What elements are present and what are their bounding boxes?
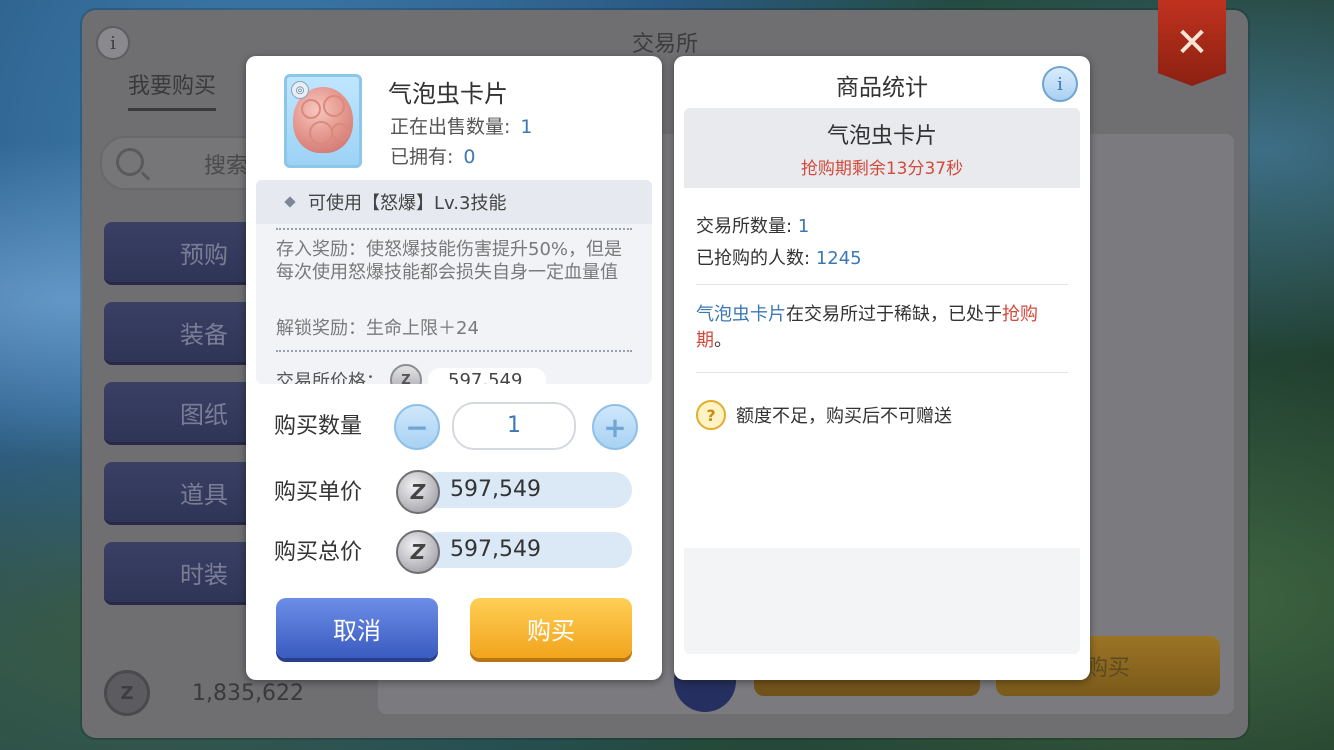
notice-end: 。 [714, 330, 732, 351]
notice-item-link: 气泡虫卡片 [696, 304, 786, 325]
zeny-coin-icon: Z [396, 470, 440, 514]
plus-icon[interactable]: + [592, 404, 638, 450]
purchase-dialog: ◎ 气泡虫卡片 正在出售数量: 1 已拥有: 0 可使用【怒爆】Lv.3技能 存入奖… [246, 56, 662, 680]
rush-timer: 抢购期剩余13分37秒 [800, 159, 964, 179]
stats-details: 交易所数量: 1 已抢购的人数: 1245 气泡虫卡片在交易所过于稀缺，已处于抢… [684, 188, 1080, 548]
on-sale-value: 1 [520, 116, 533, 138]
snapped-label: 已抢购的人数: [696, 248, 811, 269]
notice-text: 在交易所过于稀缺，已处于 [786, 304, 1002, 325]
unlock-reward: 解锁奖励：生命上限＋24 [276, 318, 479, 339]
minus-icon[interactable]: − [394, 404, 440, 450]
tab-buy[interactable]: 我要购买 [128, 68, 217, 111]
on-sale-label: 正在出售数量: [390, 116, 511, 138]
exchange-price-label: 交易所价格： [276, 371, 384, 384]
exchange-count: 交易所数量: 1 [696, 212, 809, 238]
unit-price-value: 597,549 [420, 472, 632, 508]
scarcity-notice: 气泡虫卡片在交易所过于稀缺，已处于抢购期。 [696, 302, 1064, 354]
product-stats-dialog: 商品统计 i 气泡虫卡片 抢购期剩余13分37秒 交易所数量: 1 已抢购的人数… [674, 56, 1090, 680]
item-name: 气泡虫卡片 [388, 80, 508, 108]
item-description[interactable]: 可使用【怒爆】Lv.3技能 存入奖励：使怒爆技能伤害提升50%，但是每次使用怒爆… [256, 180, 652, 384]
swirl-mark [331, 123, 349, 141]
stats-body: 气泡虫卡片 抢购期剩余13分37秒 交易所数量: 1 已抢购的人数: 1245 … [684, 108, 1080, 654]
divider [696, 372, 1068, 373]
swirl-mark [309, 121, 333, 145]
currency-amount: 1,835,622 [192, 680, 304, 706]
zeny-coin-icon: Z [390, 364, 422, 384]
deposit-reward: 存入奖励：使怒爆技能伤害提升50%，但是每次使用怒爆技能都会损失自身一定血量值 [276, 239, 623, 283]
divider [276, 228, 632, 230]
exchange-count-value: 1 [797, 216, 810, 237]
on-sale-count: 正在出售数量: 1 [390, 112, 533, 139]
zeny-coin-icon: Z [396, 530, 440, 574]
unit-price-label: 购买单价 [274, 480, 363, 505]
card-badge-icon: ◎ [291, 81, 309, 99]
snapped-value: 1245 [815, 248, 862, 269]
swirl-mark [301, 99, 321, 119]
search-placeholder: 搜索 [204, 154, 249, 179]
owned-label: 已拥有: [390, 146, 454, 168]
owned-count: 已拥有: 0 [390, 142, 476, 169]
quantity-label: 购买数量 [274, 414, 363, 439]
info-icon[interactable]: i [1042, 66, 1078, 102]
cancel-button[interactable]: 取消 [276, 598, 438, 658]
stats-header: 气泡虫卡片 抢购期剩余13分37秒 [684, 108, 1080, 188]
close-icon[interactable]: ✕ [1158, 0, 1226, 86]
buy-button[interactable]: 购买 [470, 598, 632, 658]
snapped-count: 已抢购的人数: 1245 [696, 244, 862, 270]
warning-text: 额度不足，购买后不可赠送 [736, 406, 952, 427]
exchange-price-value: 597,549 [428, 367, 547, 384]
stats-title: 商品统计 [836, 75, 928, 101]
search-icon [116, 148, 144, 176]
skill-line: 可使用【怒爆】Lv.3技能 [256, 180, 652, 224]
owned-value: 0 [463, 146, 476, 168]
exchange-count-label: 交易所数量: [696, 216, 793, 237]
exchange-title: 交易所 [631, 32, 698, 57]
quantity-input[interactable]: 1 [452, 402, 576, 450]
question-icon[interactable]: ? [696, 400, 726, 430]
skill-text: 可使用【怒爆】Lv.3技能 [308, 193, 507, 214]
stats-item-name: 气泡虫卡片 [826, 124, 937, 149]
divider [696, 284, 1068, 285]
zeny-coin-icon: Z [104, 670, 150, 716]
exchange-price-row: 交易所价格： Z 597,549 [276, 364, 547, 384]
diamond-bullet-icon [284, 196, 296, 208]
item-card-icon: ◎ [284, 74, 362, 168]
swirl-mark [323, 95, 345, 117]
total-price-value: 597,549 [420, 532, 632, 568]
total-price-label: 购买总价 [274, 540, 363, 565]
divider [276, 350, 632, 352]
quota-warning: ? 额度不足，购买后不可赠送 [696, 400, 952, 430]
